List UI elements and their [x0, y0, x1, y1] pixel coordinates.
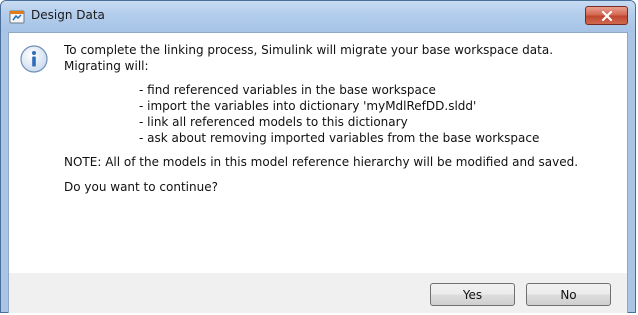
question-text: Do you want to continue? [64, 180, 218, 194]
intro-line-1: To complete the linking process, Simulin… [64, 43, 554, 57]
intro-line-2: Migrating will: [64, 59, 149, 73]
message-area: To complete the linking process, Simulin… [8, 32, 628, 273]
title-bar[interactable]: Design Data [1, 1, 635, 32]
migration-steps-list: - find referenced variables in the base … [139, 82, 624, 146]
list-item: - find referenced variables in the base … [139, 83, 436, 97]
simulink-data-dictionary-icon [9, 9, 25, 25]
note-text: NOTE: All of the models in this model re… [64, 155, 579, 169]
close-icon [601, 6, 613, 25]
design-data-dialog: Design Data To complete the linking proc… [0, 0, 636, 313]
close-button[interactable] [585, 6, 628, 25]
no-button[interactable]: No [526, 283, 611, 306]
message-text: To complete the linking process, Simulin… [64, 42, 624, 195]
list-item: - import the variables into dictionary '… [139, 99, 477, 113]
button-bar: Yes No [8, 273, 628, 313]
list-item: - link all referenced models to this dic… [139, 115, 408, 129]
info-icon [19, 44, 49, 74]
window-title: Design Data [31, 8, 105, 22]
list-item: - ask about removing imported variables … [139, 131, 540, 145]
yes-button[interactable]: Yes [430, 283, 515, 306]
